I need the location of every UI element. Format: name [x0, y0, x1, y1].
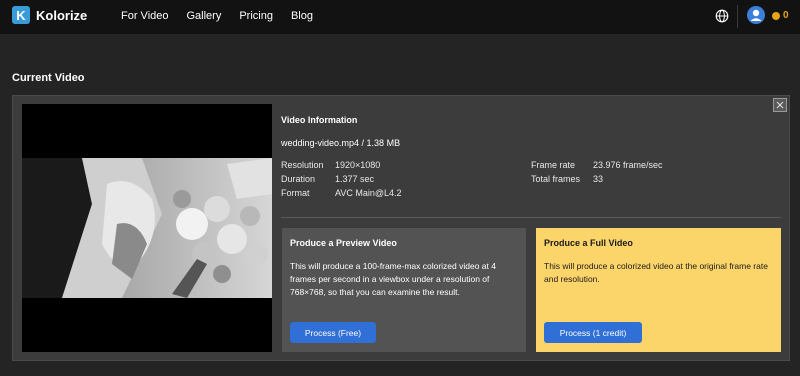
format-label: Format: [281, 188, 310, 198]
user-avatar-icon[interactable]: [747, 6, 765, 24]
full-panel-description: This will produce a colorized video at t…: [544, 261, 768, 284]
frame-rate-value: 23.976 frame/sec: [593, 160, 663, 170]
section-divider: [281, 217, 781, 218]
nav-item-pricing[interactable]: Pricing: [239, 10, 273, 22]
total-frames-value: 33: [593, 174, 604, 184]
logo[interactable]: K Kolorize: [12, 6, 87, 24]
info-right-values: 23.976 frame/sec 33: [593, 158, 663, 186]
video-player[interactable]: [22, 104, 272, 352]
full-video-panel: Produce a Full Video This will produce a…: [536, 228, 781, 352]
coin-icon: [772, 12, 780, 20]
top-navbar: K Kolorize For Video Gallery Pricing Blo…: [0, 0, 800, 34]
preview-panel-description: This will produce a 100-frame-max colori…: [290, 261, 496, 297]
nav-item-gallery[interactable]: Gallery: [187, 10, 222, 22]
credit-count: 0: [783, 10, 789, 21]
video-frame-image: [22, 104, 272, 352]
preview-video-panel: Produce a Preview Video This will produc…: [282, 228, 526, 352]
full-panel-title: Produce a Full Video: [544, 238, 633, 248]
resolution-label: Resolution: [281, 160, 324, 170]
nav-item-blog[interactable]: Blog: [291, 10, 313, 22]
duration-label: Duration: [281, 174, 316, 184]
logo-icon: K: [12, 6, 30, 24]
preview-panel-title: Produce a Preview Video: [290, 238, 397, 248]
format-value: AVC Main@L4.2: [335, 188, 402, 198]
info-left-values: 1920×1080 1.377 sec AVC Main@L4.2: [335, 158, 402, 200]
resolution-value: 1920×1080: [335, 160, 381, 170]
close-icon[interactable]: [773, 98, 787, 112]
section-title: Current Video: [12, 72, 85, 84]
video-info-title: Video Information: [281, 115, 358, 125]
main-nav: For Video Gallery Pricing Blog: [121, 10, 313, 22]
app-name: Kolorize: [36, 7, 88, 23]
globe-icon[interactable]: [715, 9, 729, 23]
total-frames-label: Total frames: [531, 174, 581, 184]
nav-divider: [737, 5, 738, 28]
process-free-button[interactable]: Process (Free): [290, 322, 376, 343]
process-credit-button[interactable]: Process (1 credit): [544, 322, 642, 343]
frame-rate-label: Frame rate: [531, 160, 576, 170]
video-file-name: wedding-video.mp4 / 1.38 MB: [281, 138, 401, 148]
info-left-labels: Resolution Duration Format: [281, 158, 324, 200]
duration-value: 1.377 sec: [335, 174, 375, 184]
info-right-labels: Frame rate Total frames: [531, 158, 580, 186]
nav-item-for-video[interactable]: For Video: [121, 10, 169, 22]
